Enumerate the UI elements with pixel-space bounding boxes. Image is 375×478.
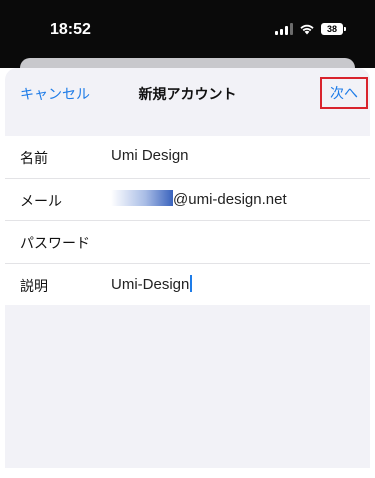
signal-icon (275, 23, 293, 35)
email-field[interactable]: @umi-design.net (111, 189, 287, 208)
next-button[interactable]: 次へ (320, 77, 368, 109)
wifi-icon (300, 24, 314, 35)
page-title: 新規アカウント (138, 87, 237, 103)
battery-icon: 38 (321, 23, 346, 35)
navigation-bar: キャンセル 新規アカウント 次へ (5, 68, 370, 136)
new-account-sheet: キャンセル 新規アカウント 次へ 名前 Umi Design メール @umi-… (5, 68, 370, 468)
redacted-email-user (111, 189, 173, 206)
status-icons: 38 (275, 22, 346, 36)
name-label: 名前 (20, 151, 48, 167)
password-label: パスワード (20, 236, 90, 252)
account-form: 名前 Umi Design メール @umi-design.net パスワード … (5, 136, 370, 305)
email-label: メール (20, 193, 62, 210)
name-field[interactable]: Umi Design (111, 147, 189, 164)
description-field[interactable]: Umi-Design (111, 274, 192, 293)
email-row[interactable]: メール @umi-design.net (5, 179, 370, 221)
description-row[interactable]: 説明 Umi-Design (5, 264, 370, 306)
name-row[interactable]: 名前 Umi Design (5, 136, 370, 179)
status-time: 18:52 (50, 21, 91, 38)
text-cursor (190, 274, 192, 292)
password-row[interactable]: パスワード (5, 221, 370, 264)
description-text: Umi-Design (111, 275, 190, 293)
description-label: 説明 (20, 278, 48, 295)
email-domain: @umi-design.net (173, 190, 287, 208)
